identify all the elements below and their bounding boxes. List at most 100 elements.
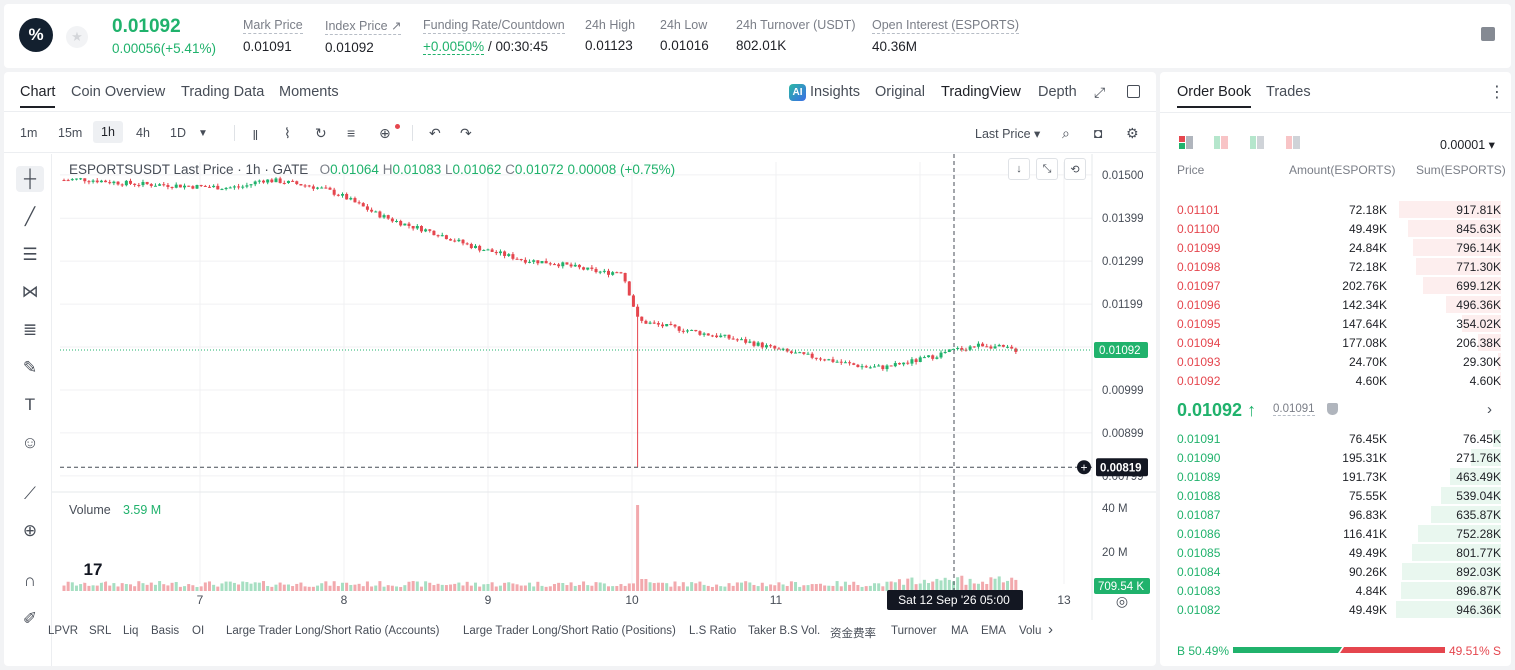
- search-icon[interactable]: ⌕: [1062, 125, 1070, 142]
- indicators-icon[interactable]: ⌇: [284, 125, 291, 142]
- ask-row[interactable]: 0.01094 177.08K 206.38K: [1160, 333, 1511, 352]
- template-icon[interactable]: ≡: [347, 125, 355, 141]
- volume-bar: [927, 583, 931, 591]
- collapse-icon[interactable]: ⤡: [1036, 158, 1058, 180]
- indicator-3[interactable]: Basis: [151, 625, 179, 637]
- candle-body: [557, 264, 561, 267]
- tab-moments[interactable]: Moments: [279, 84, 339, 100]
- indicator-4[interactable]: OI: [192, 625, 204, 637]
- interval-15m[interactable]: 15m: [58, 126, 82, 140]
- view-depth-icon[interactable]: [1286, 136, 1302, 150]
- bid-row[interactable]: 0.01089 191.73K 463.49K: [1160, 467, 1511, 486]
- tab-trades[interactable]: Trades: [1266, 84, 1311, 100]
- indicator-0[interactable]: LPVR: [48, 625, 78, 637]
- ask-row[interactable]: 0.01095 147.64K 354.02K: [1160, 314, 1511, 333]
- emoji-icon[interactable]: ☺: [16, 430, 44, 456]
- indicator-6[interactable]: Large Trader Long/Short Ratio (Positions…: [463, 625, 676, 637]
- chevron-right-icon[interactable]: ›: [1048, 621, 1053, 638]
- horizontal-lines-icon[interactable]: ☰: [16, 242, 44, 268]
- price-type-select[interactable]: Last Price ▾: [975, 126, 1040, 141]
- volume-bar: [153, 584, 157, 591]
- bid-row[interactable]: 0.01091 76.45K 76.45K: [1160, 429, 1511, 448]
- ruler-icon[interactable]: ⟋: [16, 481, 44, 507]
- interval-1m[interactable]: 1m: [20, 126, 37, 140]
- bid-row[interactable]: 0.01086 116.41K 752.28K: [1160, 524, 1511, 543]
- volume-bar: [831, 585, 835, 591]
- bid-row[interactable]: 0.01085 49.49K 801.77K: [1160, 543, 1511, 562]
- candle-type-icon[interactable]: 𝍪: [253, 125, 258, 149]
- indicator-2[interactable]: Liq: [123, 625, 138, 637]
- interval-1d[interactable]: 1D: [170, 126, 186, 140]
- download-icon[interactable]: ↓: [1008, 158, 1030, 180]
- view-bids-icon[interactable]: [1250, 136, 1266, 150]
- view-original[interactable]: Original: [875, 84, 925, 100]
- expand-icon[interactable]: ⤢: [1094, 84, 1105, 101]
- magnet-icon[interactable]: ∩: [16, 568, 44, 594]
- interval-1h[interactable]: 1h: [93, 121, 123, 143]
- tab-chart[interactable]: Chart: [20, 84, 56, 108]
- stat-label[interactable]: Mark Price: [243, 18, 303, 34]
- view-tradingview[interactable]: TradingView: [941, 84, 1021, 100]
- ask-row[interactable]: 0.01096 142.34K 496.36K: [1160, 295, 1511, 314]
- ask-row[interactable]: 0.01100 49.49K 845.63K: [1160, 219, 1511, 238]
- bid-amount: 90.26K: [1348, 565, 1387, 579]
- view-asks-icon[interactable]: [1214, 136, 1230, 150]
- reload-icon[interactable]: ⟲: [1064, 158, 1086, 180]
- stat-label[interactable]: Index Price ↗: [325, 18, 402, 35]
- crosshair-icon[interactable]: ┼: [16, 166, 44, 192]
- bid-row[interactable]: 0.01082 49.49K 946.36K: [1160, 600, 1511, 619]
- bid-row[interactable]: 0.01087 96.83K 635.87K: [1160, 505, 1511, 524]
- indicator-11[interactable]: MA: [951, 625, 968, 637]
- replay-icon[interactable]: ↻: [315, 125, 327, 142]
- indicator-8[interactable]: Taker B.S Vol.: [748, 625, 820, 637]
- pattern-icon[interactable]: ⋈: [16, 279, 44, 305]
- text-icon[interactable]: T: [16, 392, 44, 418]
- add-indicator-icon[interactable]: ⊕: [379, 125, 391, 142]
- brush-icon[interactable]: ✎: [16, 355, 44, 381]
- zoom-in-icon[interactable]: ⊕: [16, 518, 44, 544]
- favorite-star-icon[interactable]: ★: [66, 26, 88, 48]
- book-icon[interactable]: [1481, 27, 1495, 41]
- redo-icon[interactable]: ↷: [460, 125, 472, 142]
- ask-row[interactable]: 0.01092 4.60K 4.60K: [1160, 371, 1511, 390]
- indicator-9[interactable]: 资金费率: [830, 625, 876, 641]
- indicator-13[interactable]: Volu: [1019, 625, 1041, 637]
- gear-icon[interactable]: ⚙: [1126, 125, 1139, 142]
- fib-icon[interactable]: ≣: [16, 317, 44, 343]
- stat-value: 0.01123: [585, 38, 633, 53]
- indicator-5[interactable]: Large Trader Long/Short Ratio (Accounts): [226, 625, 440, 637]
- ask-row[interactable]: 0.01101 72.18K 917.81K: [1160, 200, 1511, 219]
- view-depth[interactable]: Depth: [1038, 84, 1077, 100]
- trendline-icon[interactable]: ╱: [16, 204, 44, 230]
- undo-icon[interactable]: ↶: [429, 125, 441, 142]
- bid-row[interactable]: 0.01083 4.84K 896.87K: [1160, 581, 1511, 600]
- ask-row[interactable]: 0.01097 202.76K 699.12K: [1160, 276, 1511, 295]
- ask-row[interactable]: 0.01099 24.84K 796.14K: [1160, 238, 1511, 257]
- tab-trading-data[interactable]: Trading Data: [181, 84, 264, 100]
- ask-row[interactable]: 0.01098 72.18K 771.30K: [1160, 257, 1511, 276]
- indicator-1[interactable]: SRL: [89, 625, 111, 637]
- ask-amount: 147.64K: [1342, 317, 1387, 331]
- price-chart[interactable]: 0.015000.013990.012990.011990.010990.009…: [52, 154, 1156, 620]
- chevron-right-icon[interactable]: ›: [1487, 401, 1492, 418]
- stat-label[interactable]: Open Interest (ESPORTS): [872, 18, 1020, 34]
- view-insights[interactable]: Insights: [810, 84, 860, 100]
- ask-row[interactable]: 0.01093 24.70K 29.30K: [1160, 352, 1511, 371]
- view-both-icon[interactable]: [1179, 136, 1195, 150]
- tab-orderbook[interactable]: Order Book: [1177, 84, 1252, 108]
- more-icon[interactable]: ⋮: [1489, 82, 1505, 102]
- bid-row[interactable]: 0.01090 195.31K 271.76K: [1160, 448, 1511, 467]
- precision-select[interactable]: 0.00001 ▾: [1440, 137, 1495, 152]
- camera-icon[interactable]: ◘: [1094, 125, 1102, 141]
- interval-4h[interactable]: 4h: [136, 126, 150, 140]
- bid-row[interactable]: 0.01084 90.26K 892.03K: [1160, 562, 1511, 581]
- tab-coin-overview[interactable]: Coin Overview: [71, 84, 165, 100]
- bid-row[interactable]: 0.01088 75.55K 539.04K: [1160, 486, 1511, 505]
- interval-dropdown-icon[interactable]: ▼: [198, 128, 208, 139]
- indicator-12[interactable]: EMA: [981, 625, 1006, 637]
- indicator-7[interactable]: L.S Ratio: [689, 625, 736, 637]
- window-icon[interactable]: [1127, 85, 1140, 98]
- stat-label[interactable]: Funding Rate/Countdown: [423, 18, 565, 34]
- orderbook-panel: Order Book Trades ⋮ 0.00001 ▾ Price Amou…: [1160, 72, 1511, 666]
- indicator-10[interactable]: Turnover: [891, 625, 937, 637]
